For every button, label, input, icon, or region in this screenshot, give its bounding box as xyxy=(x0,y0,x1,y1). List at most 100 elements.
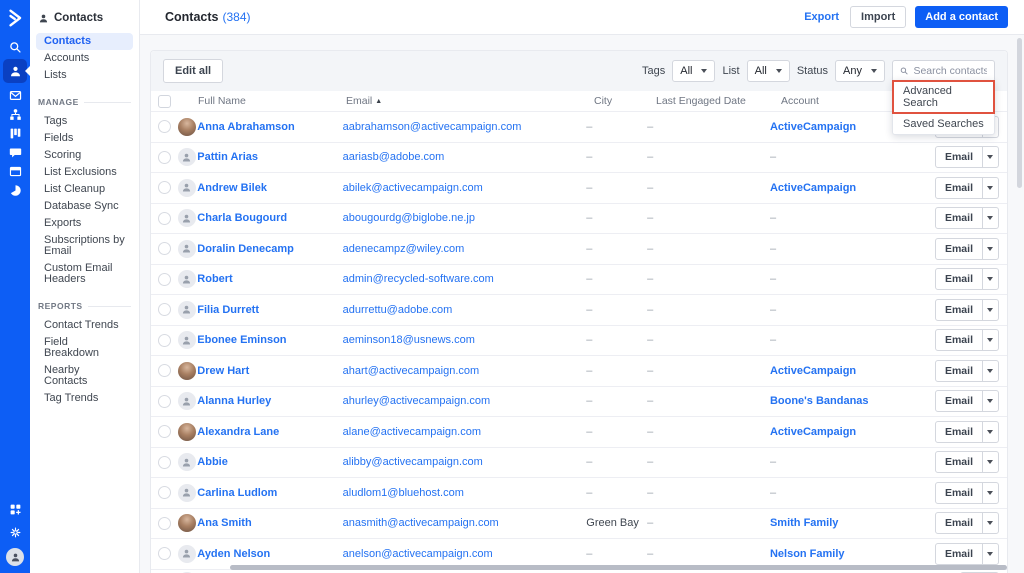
contact-email-link[interactable]: anasmith@activecampaign.com xyxy=(343,517,499,529)
account-avatar[interactable] xyxy=(6,548,24,566)
contact-email-link[interactable]: aabrahamson@activecampaign.com xyxy=(343,121,522,133)
contacts-icon[interactable] xyxy=(3,59,27,83)
search-contacts-box[interactable] xyxy=(892,60,995,82)
sidebar-item-fields[interactable]: Fields xyxy=(36,130,133,147)
row-email-button[interactable]: Email xyxy=(936,361,982,381)
sidebar-item-exports[interactable]: Exports xyxy=(36,215,133,232)
contact-name-link[interactable]: Doralin Denecamp xyxy=(197,243,294,255)
advanced-search-menu-item[interactable]: Advanced Search xyxy=(892,80,995,114)
sidebar-item-contacts[interactable]: Contacts xyxy=(36,33,133,50)
row-email-dropdown-toggle[interactable] xyxy=(981,330,998,351)
sidebar-item-scoring[interactable]: Scoring xyxy=(36,147,133,164)
list-filter-select[interactable]: All xyxy=(746,60,790,82)
row-email-dropdown-toggle[interactable] xyxy=(981,238,998,259)
tags-filter-select[interactable]: All xyxy=(672,60,716,82)
contact-account-link[interactable]: ActiveCampaign xyxy=(770,365,856,377)
contact-account-link[interactable]: ActiveCampaign xyxy=(770,182,856,194)
row-email-dropdown-toggle[interactable] xyxy=(981,299,998,320)
contact-email-link[interactable]: adurrettu@adobe.com xyxy=(343,304,453,316)
row-email-button[interactable]: Email xyxy=(936,330,982,350)
site-icon[interactable] xyxy=(3,164,27,178)
contact-email-link[interactable]: alane@activecampaign.com xyxy=(343,426,481,438)
import-button[interactable]: Import xyxy=(850,6,907,28)
row-checkbox[interactable] xyxy=(158,272,171,286)
row-email-button[interactable]: Email xyxy=(936,300,982,320)
row-email-dropdown-toggle[interactable] xyxy=(981,360,998,381)
reports-icon[interactable] xyxy=(3,183,27,197)
row-email-dropdown-toggle[interactable] xyxy=(981,482,998,503)
sidebar-item-lists[interactable]: Lists xyxy=(36,67,133,84)
sidebar-item-tags[interactable]: Tags xyxy=(36,113,133,130)
row-checkbox[interactable] xyxy=(158,120,171,134)
status-filter-select[interactable]: Any xyxy=(835,60,885,82)
edit-all-button[interactable]: Edit all xyxy=(163,59,224,83)
row-email-dropdown-toggle[interactable] xyxy=(981,543,998,564)
row-checkbox[interactable] xyxy=(158,242,171,256)
column-header-last-engaged[interactable]: Last Engaged Date xyxy=(656,95,781,107)
add-contact-button[interactable]: Add a contact xyxy=(915,6,1008,28)
row-email-dropdown-toggle[interactable] xyxy=(981,269,998,290)
contact-email-link[interactable]: alibby@activecampaign.com xyxy=(343,456,483,468)
column-header-full-name[interactable]: Full Name xyxy=(198,95,346,107)
contact-account-link[interactable]: ActiveCampaign xyxy=(770,426,856,438)
row-email-dropdown-toggle[interactable] xyxy=(981,177,998,198)
contact-account-link[interactable]: – xyxy=(770,334,776,346)
row-checkbox[interactable] xyxy=(158,364,171,378)
row-checkbox[interactable] xyxy=(158,150,171,164)
contact-account-link[interactable]: – xyxy=(770,456,776,468)
contact-name-link[interactable]: Andrew Bilek xyxy=(197,182,267,194)
contact-email-link[interactable]: anelson@activecampaign.com xyxy=(343,548,493,560)
sidebar-item-database-sync[interactable]: Database Sync xyxy=(36,198,133,215)
horizontal-scrollbar[interactable] xyxy=(230,565,1007,570)
row-email-button[interactable]: Email xyxy=(936,452,982,472)
sidebar-item-contact-trends[interactable]: Contact Trends xyxy=(36,317,133,334)
saved-searches-menu-item[interactable]: Saved Searches xyxy=(893,113,994,134)
contact-account-link[interactable]: Boone's Bandanas xyxy=(770,395,869,407)
contact-name-link[interactable]: Abbie xyxy=(197,456,228,468)
sidebar-item-list-cleanup[interactable]: List Cleanup xyxy=(36,181,133,198)
row-email-button[interactable]: Email xyxy=(936,544,982,564)
automations-icon[interactable] xyxy=(3,107,27,121)
contact-email-link[interactable]: ahart@activecampaign.com xyxy=(343,365,480,377)
row-email-dropdown-toggle[interactable] xyxy=(981,452,998,473)
sidebar-item-custom-email-headers[interactable]: Custom Email Headers xyxy=(36,260,133,288)
contact-name-link[interactable]: Robert xyxy=(197,273,232,285)
contact-name-link[interactable]: Ayden Nelson xyxy=(197,548,270,560)
row-email-button[interactable]: Email xyxy=(936,208,982,228)
contact-name-link[interactable]: Anna Abrahamson xyxy=(197,121,294,133)
contact-account-link[interactable]: – xyxy=(770,304,776,316)
row-email-dropdown-toggle[interactable] xyxy=(981,513,998,534)
campaigns-icon[interactable] xyxy=(3,88,27,102)
export-link[interactable]: Export xyxy=(804,11,839,23)
contact-email-link[interactable]: aariasb@adobe.com xyxy=(343,151,445,163)
conversations-icon[interactable] xyxy=(3,145,27,159)
contact-name-link[interactable]: Pattin Arias xyxy=(197,151,258,163)
sidebar-item-nearby-contacts[interactable]: Nearby Contacts xyxy=(36,362,133,390)
row-email-dropdown-toggle[interactable] xyxy=(981,421,998,442)
row-checkbox[interactable] xyxy=(158,516,171,530)
contact-name-link[interactable]: Filia Durrett xyxy=(197,304,259,316)
column-header-city[interactable]: City xyxy=(594,95,656,107)
row-checkbox[interactable] xyxy=(158,303,171,317)
contact-account-link[interactable]: – xyxy=(770,151,776,163)
sidebar-item-accounts[interactable]: Accounts xyxy=(36,50,133,67)
row-checkbox[interactable] xyxy=(158,211,171,225)
row-checkbox[interactable] xyxy=(158,425,171,439)
row-checkbox[interactable] xyxy=(158,486,171,500)
row-checkbox[interactable] xyxy=(158,547,171,561)
contact-name-link[interactable]: Alanna Hurley xyxy=(197,395,271,407)
row-email-button[interactable]: Email xyxy=(936,422,982,442)
contact-name-link[interactable]: Ana Smith xyxy=(197,517,251,529)
contact-name-link[interactable]: Alexandra Lane xyxy=(197,426,279,438)
contact-name-link[interactable]: Carlina Ludlom xyxy=(197,487,277,499)
contact-account-link[interactable]: Nelson Family xyxy=(770,548,845,560)
row-email-dropdown-toggle[interactable] xyxy=(981,147,998,168)
sidebar-item-tag-trends[interactable]: Tag Trends xyxy=(36,390,133,407)
sidebar-item-subscriptions-by-email[interactable]: Subscriptions by Email xyxy=(36,232,133,260)
contact-name-link[interactable]: Ebonee Eminson xyxy=(197,334,286,346)
contact-account-link[interactable]: – xyxy=(770,487,776,499)
contact-email-link[interactable]: adenecampz@wiley.com xyxy=(343,243,465,255)
row-email-button[interactable]: Email xyxy=(936,147,982,167)
row-email-button[interactable]: Email xyxy=(936,239,982,259)
row-email-dropdown-toggle[interactable] xyxy=(981,208,998,229)
